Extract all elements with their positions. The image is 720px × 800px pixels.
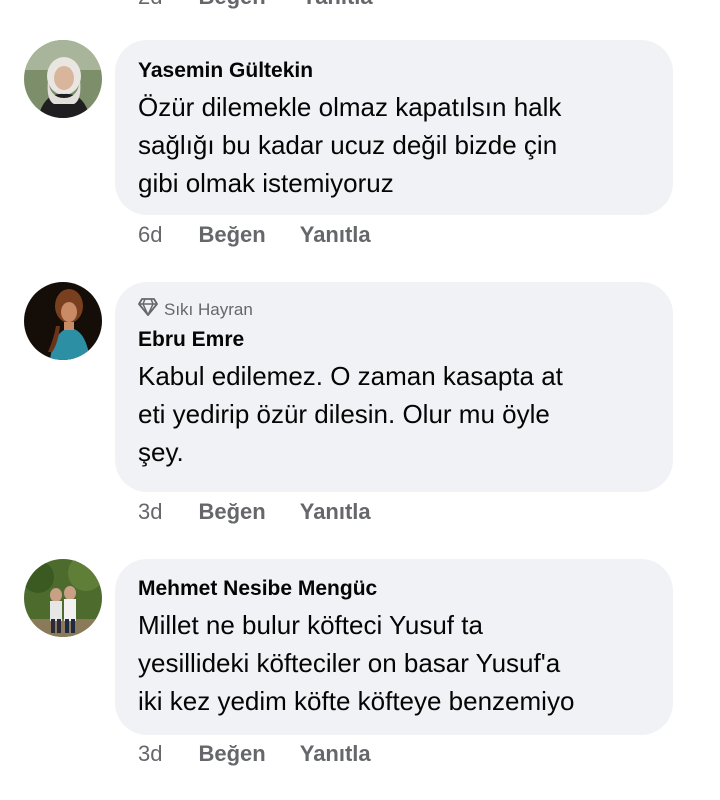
comment-actions: 3d Beğen Yanıtla	[138, 741, 371, 767]
comment-author[interactable]: Ebru Emre	[138, 327, 651, 353]
badge-label: Sıkı Hayran	[164, 299, 253, 319]
avatar[interactable]	[24, 40, 102, 118]
like-button[interactable]: Beğen	[198, 0, 265, 10]
comment-actions: 3d Beğen Yanıtla	[138, 499, 371, 525]
like-button[interactable]: Beğen	[198, 222, 265, 248]
comment-author[interactable]: Mehmet Nesibe Mengüc	[138, 576, 651, 602]
comment-bubble: Mehmet Nesibe Mengüc Millet ne bulur köf…	[115, 559, 673, 735]
like-button[interactable]: Beğen	[198, 741, 265, 767]
like-button[interactable]: Beğen	[198, 499, 265, 525]
comment-bubble: Yasemin Gültekin Özür dilemekle olmaz ka…	[115, 40, 673, 215]
comment-time[interactable]: 3d	[138, 499, 162, 525]
comment-text: Kabul edilemez. O zaman kasapta at eti y…	[138, 361, 563, 467]
comment-time[interactable]: 6d	[138, 222, 162, 248]
avatar[interactable]	[24, 282, 102, 360]
previous-comment-actions: 2d Beğen Yanıtla	[138, 0, 373, 10]
comment-text: Özür dilemekle olmaz kapatılsın halk sağ…	[138, 92, 562, 198]
top-fan-badge: Sıkı Hayran	[138, 298, 651, 321]
reply-button[interactable]: Yanıtla	[302, 0, 373, 10]
reply-button[interactable]: Yanıtla	[300, 222, 371, 248]
avatar[interactable]	[24, 559, 102, 637]
diamond-icon	[138, 298, 158, 321]
reply-button[interactable]: Yanıtla	[300, 741, 371, 767]
comment-time[interactable]: 3d	[138, 741, 162, 767]
comment-bubble: Sıkı Hayran Ebru Emre Kabul edilemez. O …	[115, 282, 673, 492]
comment-actions: 6d Beğen Yanıtla	[138, 222, 371, 248]
comment-text: Millet ne bulur köfteci Yusuf ta yesilli…	[138, 610, 575, 716]
comment-author[interactable]: Yasemin Gültekin	[138, 58, 651, 84]
comment-time: 2d	[138, 0, 162, 10]
reply-button[interactable]: Yanıtla	[300, 499, 371, 525]
